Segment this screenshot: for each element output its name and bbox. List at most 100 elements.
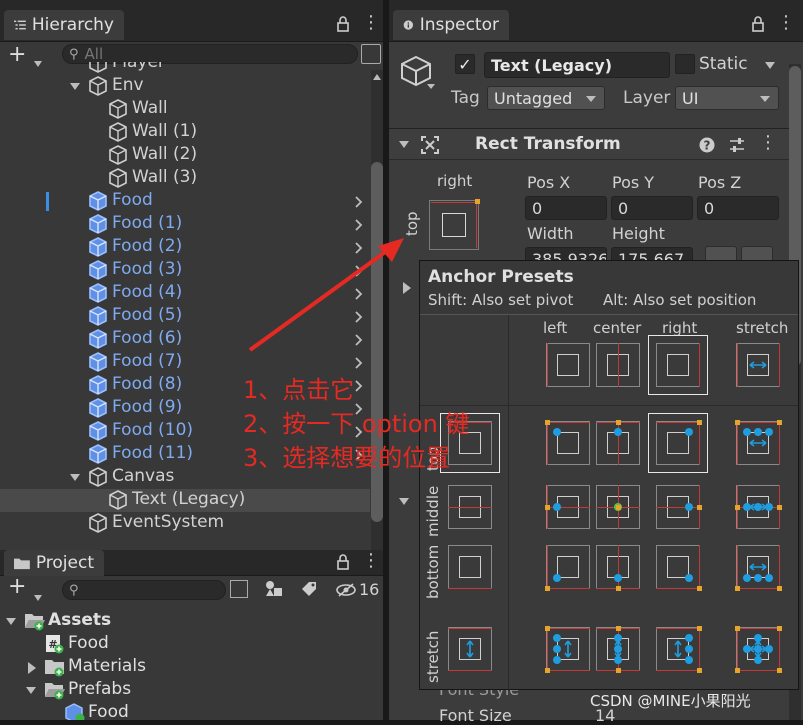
anchor-preset-middle-stretch[interactable] <box>735 485 782 529</box>
anchor-v-label: top <box>403 211 421 236</box>
tab-inspector-label: Inspector <box>419 15 499 35</box>
hierarchy-row[interactable]: Food (3) <box>0 259 370 282</box>
chevron-right-icon[interactable] <box>352 334 364 346</box>
rect-transform-header[interactable]: Rect Transform ? ⋮ <box>389 128 789 160</box>
scroll-up-icon[interactable] <box>373 74 381 80</box>
pos-z-input[interactable]: 0 <box>697 196 779 220</box>
tab-project[interactable]: Project <box>4 550 104 576</box>
anchor-preset-stretch-stretch[interactable] <box>735 626 782 673</box>
static-dropdown-chevron[interactable] <box>765 62 775 69</box>
anchor-preset-stretch-right[interactable] <box>656 626 702 673</box>
chevron-right-icon[interactable] <box>352 219 364 231</box>
anchor-preset-top-center[interactable] <box>596 420 640 465</box>
anchor-preset-bottom-center[interactable] <box>596 545 640 591</box>
tag-dropdown[interactable]: Untagged <box>487 86 605 110</box>
hierarchy-row[interactable]: Food <box>0 190 370 213</box>
chevron-right-icon[interactable] <box>352 265 364 277</box>
tab-inspector[interactable]: Inspector <box>393 10 509 40</box>
chevron-down-icon[interactable] <box>427 84 435 89</box>
anchors-fold-icon[interactable] <box>403 282 411 294</box>
tab-hierarchy[interactable]: Hierarchy <box>4 10 124 40</box>
hierarchy-row[interactable]: Wall (3) <box>0 167 370 190</box>
search-by-type-icon[interactable] <box>230 580 248 598</box>
hierarchy-row[interactable]: Food (2) <box>0 236 370 259</box>
row-header-bottom: bottom <box>424 544 442 599</box>
maximize-icon[interactable] <box>361 44 381 64</box>
active-checkbox[interactable]: ✓ <box>455 54 475 74</box>
expand-chevron-icon[interactable] <box>6 618 16 625</box>
collapse-chevron-icon[interactable] <box>28 662 36 674</box>
hierarchy-row-label: Wall (2) <box>132 144 198 164</box>
anchor-preset-stretch-center[interactable] <box>596 626 640 673</box>
layer-dropdown[interactable]: UI <box>675 86 779 110</box>
hierarchy-row[interactable]: Food (1) <box>0 213 370 236</box>
anchor-preset-middle-right[interactable] <box>656 485 702 529</box>
anchor-header-left[interactable] <box>546 343 590 387</box>
hierarchy-row[interactable]: EventSystem <box>0 512 370 535</box>
hierarchy-search-input[interactable]: ⚲ All <box>62 44 358 64</box>
chevron-right-icon[interactable] <box>352 196 364 208</box>
hierarchy-row[interactable]: Wall <box>0 98 370 121</box>
hierarchy-row[interactable]: Env <box>0 75 370 98</box>
chevron-down-icon[interactable] <box>34 586 42 605</box>
object-name-input[interactable]: Text (Legacy) <box>484 52 670 78</box>
anchor-preset-bottom-right[interactable] <box>656 545 702 591</box>
tag-icon[interactable] <box>300 580 318 598</box>
anchor-header-vstretch[interactable] <box>448 627 492 671</box>
anchor-preset-bottom-left[interactable] <box>545 545 590 591</box>
anchor-header-center[interactable] <box>596 343 640 387</box>
hierarchy-row[interactable]: Text (Legacy) <box>0 489 370 512</box>
anchor-header-right[interactable] <box>648 335 708 395</box>
project-row-label: Prefabs <box>68 679 132 699</box>
hierarchy-row[interactable]: Wall (2) <box>0 144 370 167</box>
project-search-input[interactable]: ⚲ <box>62 580 226 600</box>
fold-chevron-icon[interactable] <box>399 498 409 505</box>
add-icon[interactable]: + <box>8 574 26 599</box>
pos-x-input[interactable]: 0 <box>525 196 607 220</box>
anchor-preset-top-right[interactable] <box>648 413 708 473</box>
hierarchy-row-label: Food <box>112 190 153 210</box>
lock-icon[interactable] <box>751 16 765 32</box>
static-checkbox[interactable] <box>675 54 695 74</box>
anchor-header-middle[interactable] <box>448 485 492 529</box>
help-icon[interactable]: ? <box>699 137 715 153</box>
anchor-preset-bottom-stretch[interactable] <box>735 545 782 591</box>
hierarchy-row-label: Text (Legacy) <box>132 489 246 509</box>
chevron-right-icon[interactable] <box>352 242 364 254</box>
fold-chevron-icon[interactable] <box>399 141 409 148</box>
hierarchy-row[interactable]: Player <box>0 62 370 75</box>
chevron-right-icon[interactable] <box>352 357 364 369</box>
static-label: Static <box>699 54 748 74</box>
lock-icon[interactable] <box>336 554 350 570</box>
chevron-right-icon[interactable] <box>352 288 364 300</box>
hierarchy-row[interactable]: Wall (1) <box>0 121 370 144</box>
anchor-preset-top-stretch[interactable] <box>735 420 782 465</box>
hierarchy-row[interactable]: Food (5) <box>0 305 370 328</box>
hierarchy-panel: + ⚲ All Player Env Wall Wall (1) Wall (2) Wal… <box>0 42 383 550</box>
more-menu-icon[interactable]: ⋮ <box>362 550 380 571</box>
shapes-icon[interactable] <box>264 580 284 598</box>
anchor-header-stretch[interactable] <box>736 343 780 387</box>
chevron-right-icon[interactable] <box>352 311 364 323</box>
project-row-label: Assets <box>48 610 112 630</box>
anchor-preset-middle-center[interactable] <box>596 485 640 529</box>
anchor-preset-button[interactable] <box>429 199 480 250</box>
anchor-preset-stretch-left[interactable] <box>545 626 590 673</box>
more-menu-icon[interactable]: ⋮ <box>362 12 380 33</box>
expand-chevron-icon[interactable] <box>26 687 36 694</box>
preset-sliders-icon[interactable] <box>729 137 745 153</box>
hierarchy-row[interactable]: Food (6) <box>0 328 370 351</box>
pos-y-input[interactable]: 0 <box>611 196 693 220</box>
search-placeholder: All <box>84 45 104 63</box>
anchor-preset-top-left[interactable] <box>545 420 590 465</box>
hierarchy-scrollbar[interactable] <box>371 70 383 550</box>
lock-icon[interactable] <box>336 16 350 32</box>
anchor-preset-middle-left[interactable] <box>545 485 590 529</box>
component-menu-icon[interactable]: ⋮ <box>759 132 777 153</box>
expand-chevron-icon[interactable] <box>70 474 80 481</box>
hidden-packages-toggle[interactable]: 16 <box>336 580 379 599</box>
expand-chevron-icon[interactable] <box>70 83 80 90</box>
hierarchy-row[interactable]: Food (4) <box>0 282 370 305</box>
anchor-header-bottom[interactable] <box>448 545 492 589</box>
more-menu-icon[interactable]: ⋮ <box>777 12 795 33</box>
